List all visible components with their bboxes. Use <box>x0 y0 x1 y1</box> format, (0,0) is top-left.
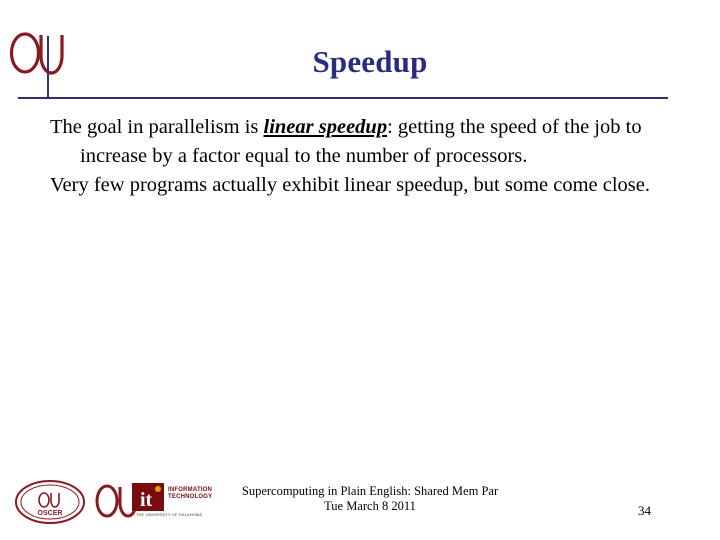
paragraph-1-lead: The goal in parallelism is <box>50 116 264 138</box>
ou-logo-icon <box>8 30 66 78</box>
footer-line-1: Supercomputing in Plain English: Shared … <box>241 484 499 498</box>
footer-text: Supercomputing in Plain English: Shared … <box>160 484 580 514</box>
header-vertical-rule <box>47 36 49 98</box>
slide: Speedup The goal in parallelism is linea… <box>0 0 720 540</box>
footer-line-2: Tue March 8 2011 <box>324 499 416 513</box>
paragraph-1-emphasis: linear speedup <box>263 116 388 138</box>
oscer-logo-icon: OSCER <box>14 479 86 525</box>
slide-body: The goal in parallelism is linear speedu… <box>50 113 670 200</box>
body-paragraph-2: Very few programs actually exhibit linea… <box>50 171 670 200</box>
body-paragraph-1: The goal in parallelism is linear speedu… <box>50 113 670 171</box>
slide-number: 34 <box>638 503 651 518</box>
header-horizontal-rule <box>18 97 668 99</box>
slide-title: Speedup <box>312 44 428 79</box>
paragraph-2-lead: Very few programs actually exhibit linea… <box>50 174 651 196</box>
svg-text:OSCER: OSCER <box>38 510 63 517</box>
svg-text:it: it <box>140 489 153 511</box>
